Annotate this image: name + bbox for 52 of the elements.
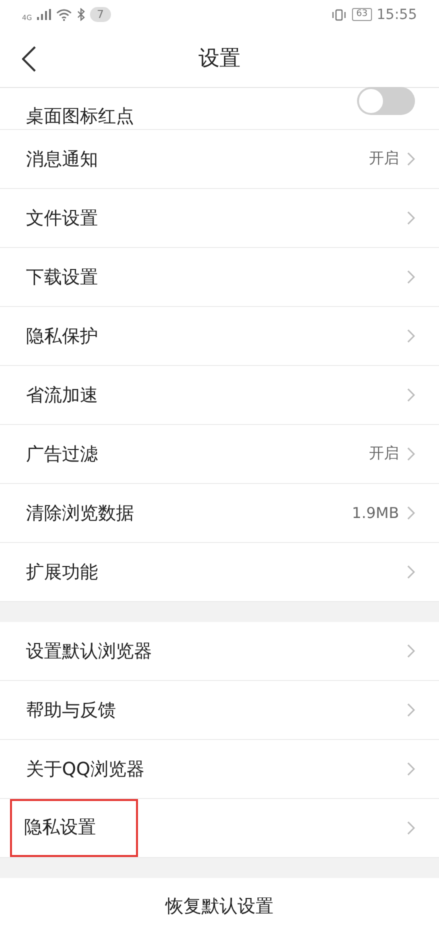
bluetooth-icon <box>76 8 85 22</box>
settings-row[interactable]: 清除浏览数据 1.9MB <box>0 484 439 543</box>
chevron-icon <box>407 210 415 225</box>
notification-badge: 7 <box>90 7 111 22</box>
signal-icon <box>36 9 51 20</box>
chevron-icon <box>407 446 415 461</box>
chevron-icon <box>407 152 415 166</box>
row-value: 开启 <box>369 444 399 464</box>
row-label: 广告过滤 <box>25 442 99 467</box>
settings-row[interactable]: 文件设置 <box>0 188 439 248</box>
row-label: 桌面图标红点 <box>25 104 135 129</box>
reset-button[interactable]: 恢复默认设置 <box>0 878 439 935</box>
settings-row[interactable]: 隐私设置 <box>0 798 439 858</box>
row-label: 下载设置 <box>25 266 99 290</box>
row-label: 关于QQ浏览器 <box>25 758 146 782</box>
page-title: 设置 <box>198 45 240 72</box>
chevron-icon <box>407 328 415 343</box>
row-label: 隐私保护 <box>25 324 99 349</box>
row-label: 清除浏览数据 <box>25 502 135 526</box>
chevron-icon <box>407 820 415 835</box>
chevron-icon <box>407 702 415 717</box>
chevron-icon <box>407 388 415 402</box>
settings-row[interactable]: 省流加速 <box>0 366 439 425</box>
battery-indicator: 63 <box>352 8 372 22</box>
chevron-icon <box>407 270 415 284</box>
toggle-switch[interactable] <box>357 86 415 115</box>
row-label: 帮助与反馈 <box>25 698 117 723</box>
row-label: 隐私设置 <box>10 798 138 857</box>
settings-row[interactable]: 隐私保护 <box>0 306 439 366</box>
settings-row[interactable]: 扩展功能 <box>0 542 439 602</box>
chevron-icon <box>407 762 415 776</box>
settings-row[interactable]: 广告过滤 开启 <box>0 424 439 484</box>
row-label: 扩展功能 <box>25 560 99 585</box>
wifi-icon <box>56 8 72 21</box>
back-button[interactable] <box>22 46 36 72</box>
settings-row[interactable]: 关于QQ浏览器 <box>0 740 439 799</box>
row-value: 1.9MB <box>352 504 399 522</box>
settings-row[interactable]: 帮助与反馈 <box>0 680 439 740</box>
vibrate-icon <box>331 8 348 21</box>
settings-row[interactable]: 下载设置 <box>0 248 439 307</box>
settings-row[interactable]: 桌面图标红点 <box>0 88 439 130</box>
row-label: 设置默认浏览器 <box>25 640 153 664</box>
settings-row[interactable]: 设置默认浏览器 <box>0 622 439 681</box>
row-value: 开启 <box>369 149 399 168</box>
row-label: 文件设置 <box>25 206 99 231</box>
row-label: 消息通知 <box>25 148 99 172</box>
row-label: 省流加速 <box>25 384 99 408</box>
chevron-icon <box>407 506 415 520</box>
settings-row[interactable]: 消息通知 开启 <box>0 130 439 189</box>
clock-time: 15:55 <box>376 6 417 23</box>
chevron-icon <box>407 564 415 579</box>
chevron-icon <box>407 644 415 658</box>
